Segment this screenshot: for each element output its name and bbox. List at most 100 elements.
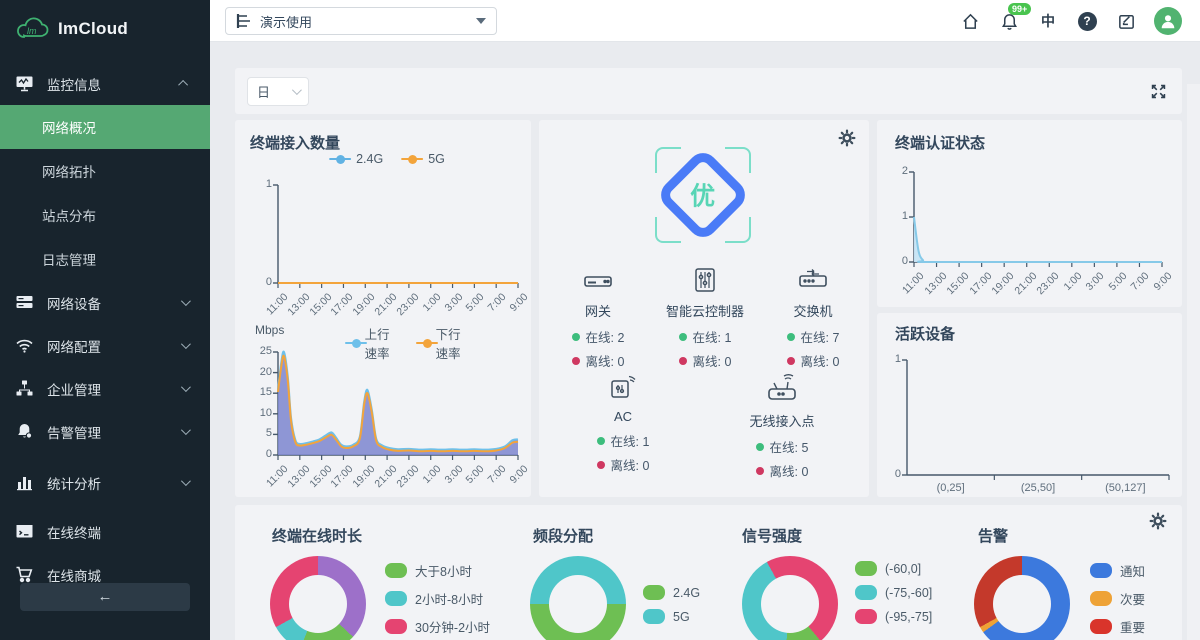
sidebar-item-monitoring-info[interactable]: 监控信息: [0, 62, 210, 105]
device-online-stat: 在线: 1: [558, 431, 688, 450]
period-selector[interactable]: 日: [247, 77, 309, 106]
settings-gear-icon[interactable]: [837, 128, 857, 148]
donut-title: 信号强度: [742, 525, 802, 546]
terminal-access-title: 终端接入数量: [250, 132, 340, 153]
offline-dot: [787, 357, 795, 365]
sidebar-subitem-network-overview[interactable]: 网络概况: [0, 105, 210, 149]
y-tick-label: 0: [876, 255, 908, 267]
legend-item[interactable]: 2.4G: [643, 585, 700, 600]
x-tick-label: 9:00: [508, 291, 531, 314]
main-content: 日 终端接入数量2.4G5G0111:0013:0015:0017:0019:0…: [210, 42, 1200, 640]
site-selector[interactable]: 演示使用: [225, 7, 497, 35]
legend-item[interactable]: (-95,-75]: [855, 609, 932, 624]
legend-label: 次要: [1120, 589, 1145, 608]
legend-label: 大于8小时: [415, 561, 472, 580]
topbar: 演示使用 99+ 中 ?: [210, 0, 1200, 42]
x-category-label: (25,50]: [1021, 482, 1055, 494]
legend-item[interactable]: 2小时-8小时: [385, 589, 490, 608]
avatar[interactable]: [1154, 7, 1182, 35]
offline-text: 离线: 0: [801, 351, 840, 370]
offline-dot: [597, 461, 605, 469]
grade-text: 优: [690, 177, 715, 213]
logo[interactable]: lm ImCloud: [0, 0, 210, 58]
sidebar-menu: 监控信息网络概况网络拓扑站点分布日志管理网络设备网络配置企业管理告警管理统计分析…: [0, 58, 210, 596]
legend-item[interactable]: 大于8小时: [385, 561, 490, 580]
bell-icon[interactable]: 99+: [998, 10, 1020, 32]
auth-status-title: 终端认证状态: [895, 132, 985, 153]
sidebar-item-online-terminals[interactable]: 在线终端: [0, 510, 210, 553]
x-tick-label: 15:00: [307, 463, 334, 490]
sidebar-item-alarm-management[interactable]: 告警管理: [0, 410, 210, 453]
ap-icon: [717, 373, 847, 403]
x-tick-label: 21:00: [372, 291, 399, 318]
sidebar-item-label: 企业管理: [47, 379, 181, 399]
network-health-panel: 优网关在线: 2离线: 0智能云控制器在线: 1离线: 0交换机在线: 7离线:…: [539, 120, 869, 497]
x-tick-label: 7:00: [486, 291, 509, 314]
wifi-icon: [14, 336, 34, 356]
offline-dot: [572, 357, 580, 365]
x-tick-label: 1:00: [420, 463, 443, 486]
legend-chip: [385, 619, 407, 634]
legend-item[interactable]: 30分钟-2小时: [385, 617, 490, 636]
home-icon[interactable]: [959, 10, 981, 32]
legend-item[interactable]: (-75,-60]: [855, 585, 932, 600]
scrollbar-track[interactable]: [1187, 84, 1200, 640]
legend-label: 5G: [673, 610, 690, 624]
sidebar-subitem-network-topology[interactable]: 网络拓扑: [0, 149, 210, 193]
legend-label: (-60,0]: [885, 562, 921, 576]
x-tick-label: 7:00: [1129, 270, 1152, 293]
online-text: 在线: 2: [586, 327, 625, 346]
help-icon[interactable]: ?: [1076, 10, 1098, 32]
online-dot: [679, 333, 687, 341]
y-tick-label: 0: [240, 276, 272, 288]
legend-label: 2.4G: [356, 152, 383, 166]
legend-item[interactable]: 通知: [1090, 561, 1145, 580]
legend-label: 通知: [1120, 561, 1145, 580]
legend-item[interactable]: 2.4G: [329, 152, 383, 166]
x-tick-label: 15:00: [307, 291, 334, 318]
legend-label: 5G: [428, 152, 445, 166]
sidebar-subitem-site-distribution[interactable]: 站点分布: [0, 193, 210, 237]
sidebar-item-enterprise-management[interactable]: 企业管理: [0, 367, 210, 410]
legend-chip: [385, 563, 407, 578]
device-card: AC在线: 1离线: 0: [558, 373, 688, 479]
online-text: 在线: 1: [693, 327, 732, 346]
legend-item[interactable]: 5G: [401, 152, 445, 166]
chevron-down-icon: [181, 296, 191, 306]
sidebar-item-label: 网络配置: [47, 336, 181, 356]
feedback-icon[interactable]: [1115, 10, 1137, 32]
legend-item[interactable]: 5G: [643, 609, 700, 624]
distribution-panel: 终端在线时长大于8小时2小时-8小时30分钟-2小时频段分配2.4G5G信号强度…: [235, 505, 1182, 640]
logo-text: ImCloud: [58, 19, 128, 39]
language-toggle[interactable]: 中: [1037, 10, 1059, 32]
sidebar-item-network-devices[interactable]: 网络设备: [0, 281, 210, 324]
online-dot: [756, 443, 764, 451]
sidebar-item-statistics-analysis[interactable]: 统计分析: [0, 461, 210, 504]
online-text: 在线: 7: [801, 327, 840, 346]
chart-auth-status: [914, 172, 1162, 262]
fullscreen-icon[interactable]: [1148, 81, 1168, 101]
x-tick-label: 21:00: [1012, 270, 1039, 297]
legend-item[interactable]: 次要: [1090, 589, 1145, 608]
health-grade-badge: 优: [655, 147, 751, 243]
sidebar-item-network-config[interactable]: 网络配置: [0, 324, 210, 367]
device-offline-stat: 离线: 0: [717, 461, 847, 480]
legend-chip: [643, 609, 665, 624]
device-offline-stat: 离线: 0: [748, 351, 878, 370]
legend-chip: [385, 591, 407, 606]
sidebar-subitem-log-management[interactable]: 日志管理: [0, 237, 210, 281]
legend-item[interactable]: (-60,0]: [855, 561, 932, 576]
y-tick-label: 20: [240, 366, 272, 378]
legend-dot: [336, 155, 345, 164]
throughput-unit-label: Mbps: [255, 323, 284, 337]
active-devices-panel: 活跃设备01(0,25](25,50](50,127]: [877, 313, 1182, 497]
legend-item[interactable]: 重要: [1090, 617, 1145, 636]
corner-bracket: [655, 217, 681, 243]
x-tick-label: 19:00: [351, 463, 378, 490]
online-dot: [597, 437, 605, 445]
chart-legend: 2.4G 5G: [329, 152, 445, 166]
x-tick-label: 3:00: [442, 291, 465, 314]
sidebar-collapse-button[interactable]: ←: [20, 583, 190, 611]
settings-gear-icon[interactable]: [1148, 511, 1168, 531]
donut-chart-band-allocation: [530, 556, 626, 640]
